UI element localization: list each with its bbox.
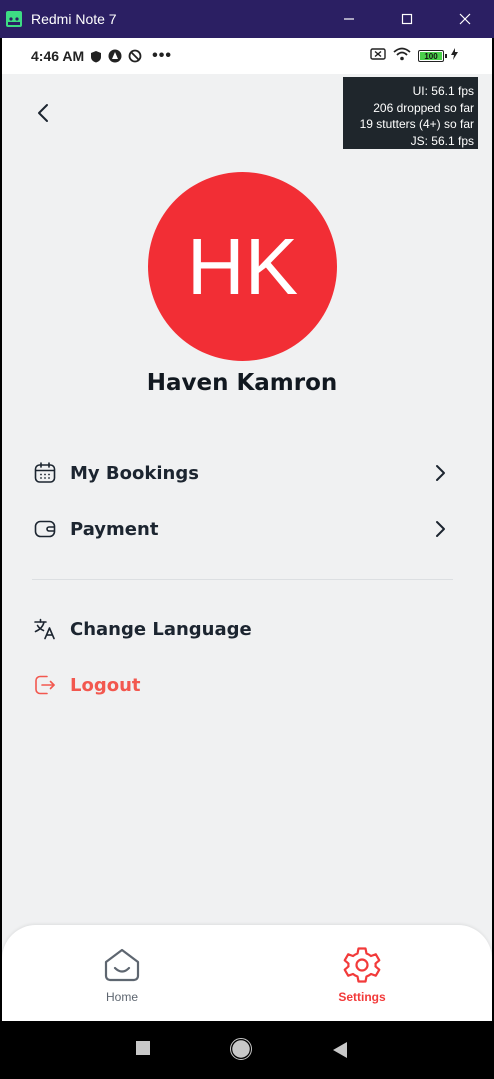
android-nav-bar bbox=[0, 1021, 494, 1079]
close-button[interactable] bbox=[436, 0, 494, 38]
perf-dropped: 206 dropped so far bbox=[373, 100, 474, 115]
back-triangle-icon[interactable] bbox=[332, 1041, 348, 1059]
tab-settings-label: Settings bbox=[338, 990, 386, 1004]
charging-icon bbox=[451, 47, 458, 65]
wallet-icon bbox=[32, 516, 58, 542]
calendar-icon bbox=[32, 460, 58, 486]
more-notifications-icon: ••• bbox=[152, 47, 172, 64]
menu-item-change-language[interactable]: Change Language bbox=[32, 609, 452, 649]
menu-item-label: My Bookings bbox=[70, 462, 199, 484]
tab-home[interactable]: Home bbox=[82, 945, 162, 1004]
android-app-icon bbox=[6, 11, 22, 27]
chevron-right-icon bbox=[436, 521, 445, 537]
tab-home-label: Home bbox=[105, 990, 138, 1004]
menu-divider bbox=[32, 579, 453, 580]
bottom-tab-bar: Home Settings bbox=[2, 925, 492, 1021]
data-saver-icon bbox=[128, 49, 142, 63]
status-bar: 4:46 AM ••• 100 bbox=[2, 38, 492, 74]
home-icon bbox=[104, 948, 140, 982]
tab-settings[interactable]: Settings bbox=[322, 945, 402, 1004]
home-circle-icon[interactable] bbox=[230, 1038, 252, 1060]
avatar: HK bbox=[148, 172, 337, 361]
perf-monitor: UI: 56.1 fps 206 dropped so far 19 stutt… bbox=[343, 77, 478, 149]
maximize-icon bbox=[401, 13, 413, 25]
menu-item-label: Payment bbox=[70, 518, 159, 540]
avatar-initials: HK bbox=[186, 221, 299, 311]
battery-level: 100 bbox=[424, 51, 438, 61]
app-notification-icon bbox=[108, 49, 122, 63]
phone-screen: 4:46 AM ••• 100 UI: 56.1 fps 206 dropped… bbox=[2, 38, 492, 1021]
chevron-right-icon bbox=[436, 465, 445, 481]
menu-item-label: Change Language bbox=[70, 618, 252, 640]
no-sim-icon bbox=[370, 47, 386, 65]
status-time: 4:46 AM bbox=[31, 48, 85, 64]
profile-name: Haven Kamron bbox=[146, 370, 338, 396]
recents-square-icon[interactable] bbox=[135, 1040, 151, 1056]
close-icon bbox=[459, 13, 471, 25]
menu-item-my-bookings[interactable]: My Bookings bbox=[32, 453, 452, 493]
window-titlebar: Redmi Note 7 bbox=[0, 0, 494, 38]
menu-item-logout[interactable]: Logout bbox=[32, 665, 452, 705]
wifi-icon bbox=[393, 47, 411, 66]
shield-icon bbox=[90, 50, 102, 63]
perf-stutters: 19 stutters (4+) so far bbox=[359, 117, 474, 131]
window-title: Redmi Note 7 bbox=[31, 11, 117, 27]
perf-ui-fps: UI: 56.1 fps bbox=[412, 84, 474, 98]
back-arrow-icon[interactable] bbox=[32, 101, 56, 125]
translate-icon bbox=[32, 616, 58, 642]
gear-icon bbox=[343, 947, 381, 983]
battery-icon: 100 bbox=[418, 50, 447, 62]
minimize-icon bbox=[344, 18, 354, 20]
menu-item-payment[interactable]: Payment bbox=[32, 509, 452, 549]
minimize-button[interactable] bbox=[320, 0, 378, 38]
logout-icon bbox=[32, 672, 58, 698]
maximize-button[interactable] bbox=[378, 0, 436, 38]
perf-js-fps: JS: 56.1 fps bbox=[410, 133, 474, 148]
menu-item-label: Logout bbox=[70, 674, 141, 696]
